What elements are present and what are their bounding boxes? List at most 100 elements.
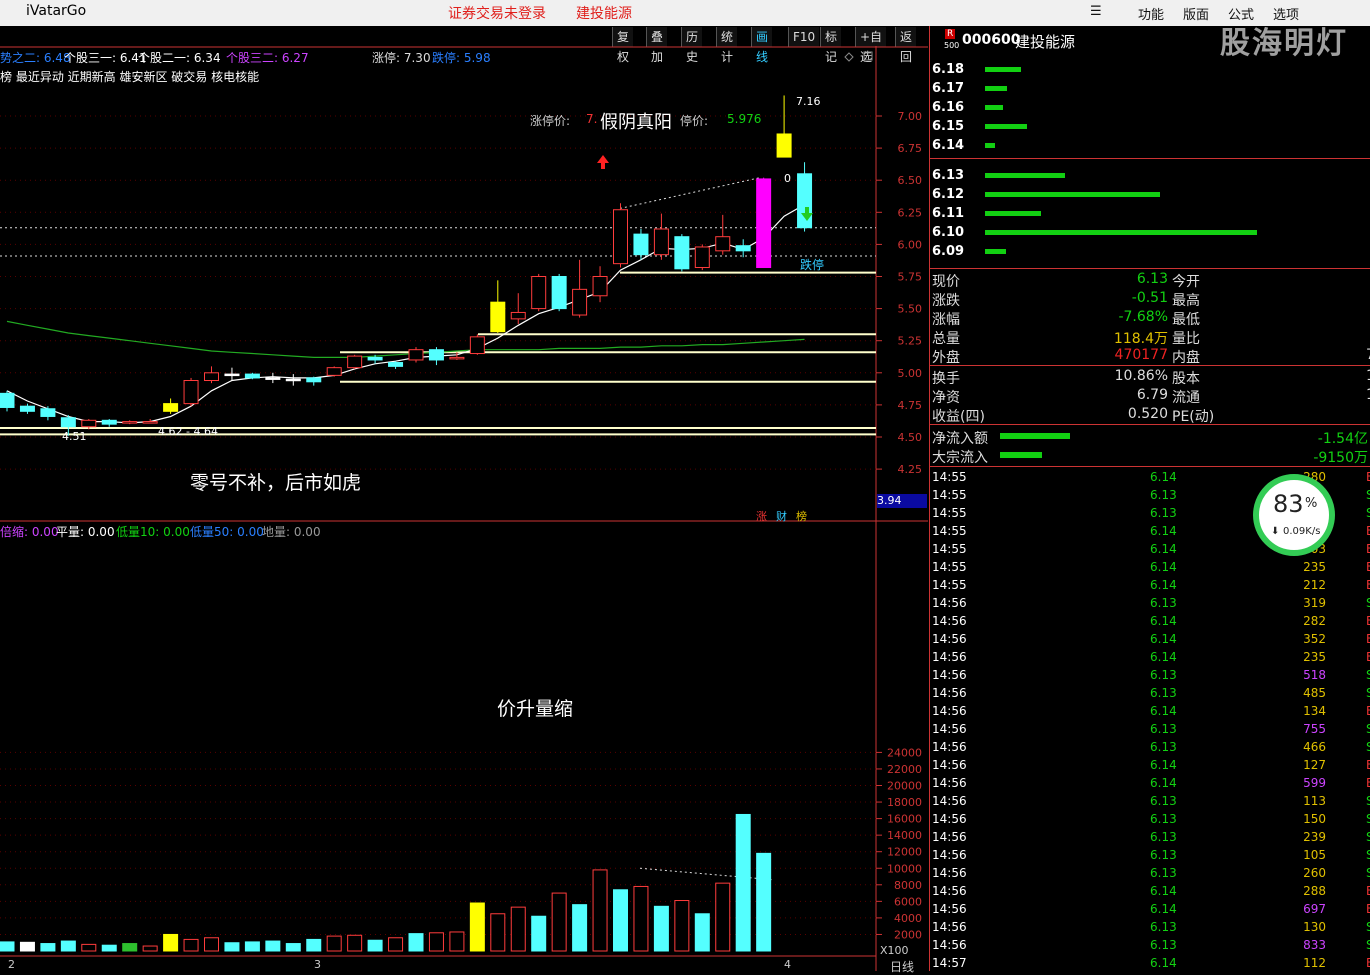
tag-rank[interactable]: 榜 <box>796 508 807 524</box>
order-book-divider <box>930 158 1370 159</box>
trade-volume: 599 <box>1303 776 1326 790</box>
order-book-row[interactable]: 6.14 <box>930 136 1370 155</box>
trade-row: 14:57 6.14 112 B <box>930 954 1370 972</box>
candle <box>797 162 813 232</box>
order-price: 6.14 <box>932 138 965 153</box>
trade-price: 6.14 <box>1150 956 1177 970</box>
price-tick-label: 5.50 <box>898 303 923 316</box>
candle <box>122 420 138 425</box>
tag-rise[interactable]: 涨 <box>756 508 767 524</box>
trade-row: 14:56 6.13 485 S <box>930 684 1370 702</box>
price-tick-label: 6.50 <box>898 174 923 187</box>
volume-bar <box>326 935 342 952</box>
order-book-row[interactable]: 6.16 <box>930 98 1370 117</box>
trade-volume: 134 <box>1303 704 1326 718</box>
trade-row: 14:56 6.13 833 S <box>930 936 1370 954</box>
trade-time: 14:56 <box>932 794 967 808</box>
app-name: iVatarGo <box>26 3 87 19</box>
trade-volume: 239 <box>1303 830 1326 844</box>
trade-side: S <box>1366 794 1370 808</box>
tag-finance[interactable]: 财 <box>776 508 787 524</box>
volume-bar <box>572 904 588 952</box>
volume-bar <box>510 906 526 952</box>
trade-side: S <box>1366 866 1370 880</box>
trade-price: 6.14 <box>1150 632 1177 646</box>
trade-price: 6.14 <box>1150 524 1177 538</box>
period-label[interactable]: 日线 <box>890 958 914 975</box>
order-book-row[interactable]: 6.10 <box>930 223 1370 242</box>
order-book-row[interactable]: 6.15 <box>930 117 1370 136</box>
quote-value: 118.4万 <box>1113 331 1168 347</box>
candle <box>469 334 485 355</box>
trade-time: 14:56 <box>932 668 967 682</box>
order-size-bar <box>985 67 1021 72</box>
trade-volume: 282 <box>1303 614 1326 628</box>
volume-bar <box>694 913 710 952</box>
candle <box>592 266 608 303</box>
candle <box>347 354 363 369</box>
trade-row: 14:56 6.14 352 B <box>930 630 1370 648</box>
low-mark: 4.51 <box>62 430 87 443</box>
volume-bar <box>122 943 138 952</box>
quote-divider <box>930 466 1370 467</box>
limit-up-value: 7. <box>586 112 598 126</box>
quote-label: 涨跌 <box>932 293 960 309</box>
order-book-row[interactable]: 6.18 <box>930 60 1370 79</box>
trade-price: 6.13 <box>1150 866 1177 880</box>
menu-function[interactable]: 功能 <box>1138 4 1164 23</box>
trade-side: S <box>1366 920 1370 934</box>
quote-row: 收益(四) 0.520 PE(动) <box>930 405 1370 425</box>
trade-side: S <box>1366 830 1370 844</box>
trade-volume: 485 <box>1303 686 1326 700</box>
volume-bar <box>449 931 465 952</box>
order-book-row[interactable]: 6.09 <box>930 242 1370 261</box>
order-book-row[interactable]: 6.12 <box>930 185 1370 204</box>
volume-bar <box>81 943 97 952</box>
volume-bar <box>183 938 199 952</box>
speed-gauge[interactable]: 83 % ⬇ 0.09K/s <box>1253 474 1335 556</box>
volume-bar <box>306 938 322 952</box>
indicator-item: 个股三一: 6.41 <box>64 51 147 65</box>
menu-layout[interactable]: 版面 <box>1183 4 1209 23</box>
overlay-title: 假阴真阳 <box>600 112 672 133</box>
quote-value: -7.68% <box>1118 309 1168 325</box>
trade-side: B <box>1366 524 1370 538</box>
trade-side: B <box>1366 542 1370 556</box>
trade-time: 14:56 <box>932 920 967 934</box>
up-arrow-icon <box>597 155 609 169</box>
order-book-row[interactable]: 6.17 <box>930 79 1370 98</box>
trade-price: 6.14 <box>1150 560 1177 574</box>
trade-volume: 755 <box>1303 722 1326 736</box>
trade-price: 6.13 <box>1150 722 1177 736</box>
candle <box>0 390 15 412</box>
order-size-bar <box>985 211 1041 216</box>
exchange-num: 500 <box>944 41 960 50</box>
order-price: 6.12 <box>932 187 965 202</box>
order-book-row[interactable]: 6.13 <box>930 166 1370 185</box>
candle <box>633 228 649 260</box>
candle <box>285 374 301 386</box>
order-price: 6.09 <box>932 244 965 259</box>
list-icon[interactable]: ☰ <box>1090 4 1102 19</box>
trade-side: S <box>1366 812 1370 826</box>
flow-value: -1.54亿 <box>1317 431 1368 447</box>
trade-row: 14:56 6.14 599 B <box>930 774 1370 792</box>
overlay-label2: 停价: <box>680 114 709 128</box>
quote-label: 现价 <box>932 274 960 290</box>
candle <box>326 366 342 377</box>
order-book-row[interactable]: 6.11 <box>930 204 1370 223</box>
volume-bar <box>40 943 56 952</box>
indicator-item: 个股二一: 6.34 <box>138 51 221 65</box>
kline-chart[interactable]: 7.00 6.75 6.50 6.25 6.00 5.75 5.50 5.25 5.00 4.75… <box>0 26 928 971</box>
trade-price: 6.14 <box>1150 704 1177 718</box>
trade-price: 6.13 <box>1150 794 1177 808</box>
trade-volume: 130 <box>1303 920 1326 934</box>
order-price: 6.10 <box>932 225 965 240</box>
flow-label: 净流入额 <box>932 431 988 447</box>
money-flow-row: 净流入额 -1.54亿 <box>930 427 1370 447</box>
x-label-3: 4 <box>784 958 791 971</box>
trade-volume: 288 <box>1303 884 1326 898</box>
trade-price: 6.14 <box>1150 650 1177 664</box>
trade-volume: 212 <box>1303 578 1326 592</box>
trade-time: 14:55 <box>932 488 967 502</box>
